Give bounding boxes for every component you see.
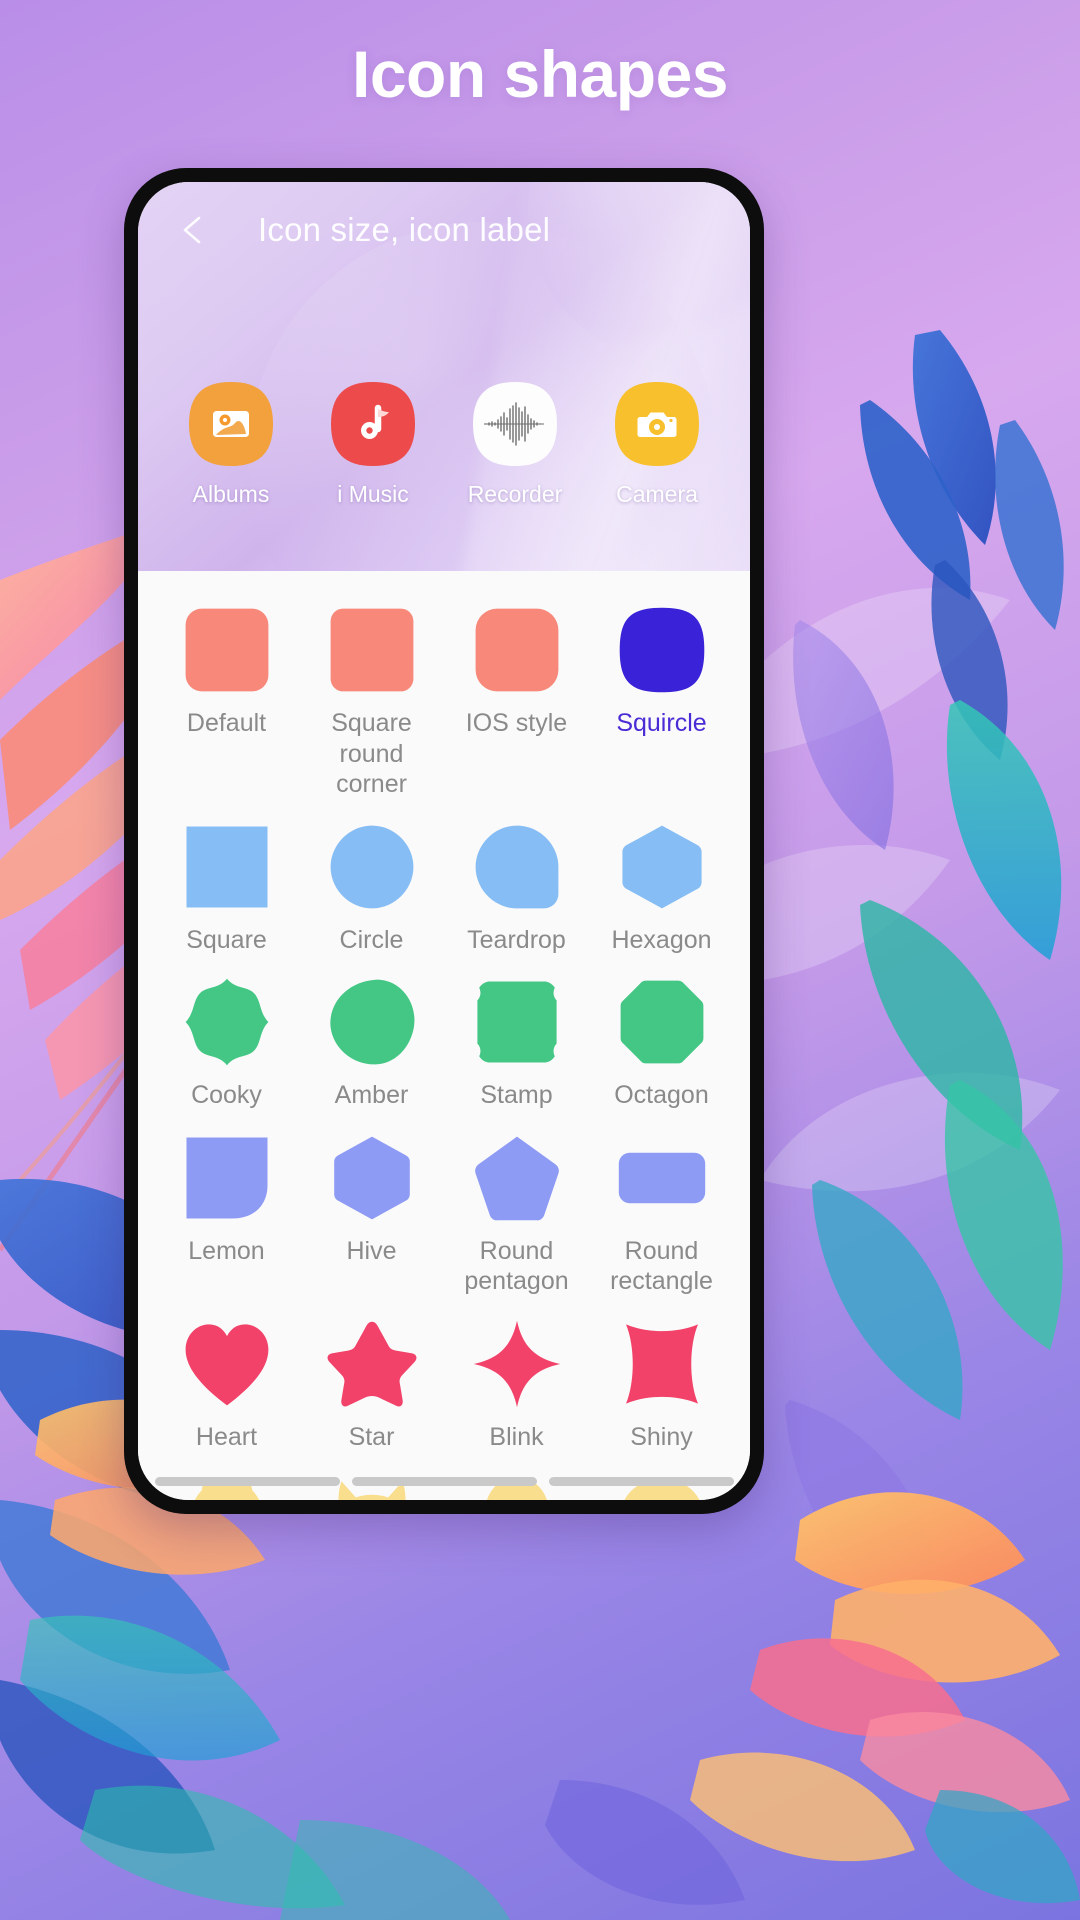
heart-shape-icon [182, 1319, 272, 1409]
icon-shapes-grid: Default Square round corner IOS style Squir… [154, 593, 734, 1500]
shape-option-label: Heart [195, 1422, 258, 1451]
app-item-imusic[interactable]: i Music [302, 382, 444, 508]
shape-option-label: Hexagon [611, 925, 712, 954]
app-item-recorder[interactable]: Recorder [444, 382, 586, 508]
shape-option-blink[interactable]: Blink [444, 1307, 589, 1453]
camera-icon [615, 382, 699, 466]
shape-option-cooky[interactable]: Cooky [154, 965, 299, 1111]
round-rectangle-shape-icon [617, 1133, 707, 1223]
icon-shapes-sheet: Default Square round corner IOS style Squir… [138, 571, 750, 1500]
shape-option-round-pentagon[interactable]: Round pentagon [444, 1121, 589, 1297]
shape-option-label: Teardrop [467, 925, 566, 954]
app-label: Albums [192, 481, 270, 507]
octagon-shape-icon [617, 977, 707, 1067]
squircle-shape-icon [617, 605, 707, 695]
shape-option-label: Round pentagon [464, 1236, 569, 1296]
home-screen-app-row: Albums i Music Recorder Camera [138, 382, 750, 508]
music-note-glyph [347, 398, 399, 450]
blink-shape-icon [472, 1319, 562, 1409]
app-label: Recorder [467, 481, 563, 507]
phone-screen: Icon size, icon label Albums i Music Rec… [138, 182, 750, 1500]
shape-option-hexagon[interactable]: Hexagon [589, 810, 734, 956]
shape-option-label: Squircle [616, 709, 707, 737]
shape-option-squircle[interactable]: Squircle [589, 593, 734, 800]
shape-option-square[interactable]: Square [154, 810, 299, 956]
waveform-glyph [482, 398, 548, 450]
shape-option-label: Shiny [630, 1422, 693, 1451]
shape-option-label: IOS style [465, 709, 568, 737]
camera-glyph [631, 398, 683, 450]
shape-option-ios-style[interactable]: IOS style [444, 593, 589, 800]
shape-option-label: Hive [346, 1236, 397, 1265]
teardrop-shape-icon [472, 822, 562, 912]
hive-shape-icon [327, 1133, 417, 1223]
hexagon-shape-icon [617, 822, 707, 912]
gesture-bar[interactable] [154, 1477, 340, 1486]
arrow-left-icon [183, 216, 201, 244]
shape-option-label: Default [186, 709, 267, 737]
wallpaper-preview: Icon size, icon label Albums i Music Rec… [138, 182, 750, 571]
shape-option-label: Round rectangle [610, 1236, 713, 1296]
star-shape-icon [327, 1319, 417, 1409]
shape-option-shiny[interactable]: Shiny [589, 1307, 734, 1453]
ios-style-shape-icon [472, 605, 562, 695]
shape-option-label: Star [348, 1422, 395, 1451]
shape-option-stamp[interactable]: Stamp [444, 965, 589, 1111]
shape-option-star[interactable]: Star [299, 1307, 444, 1453]
page-title: Icon shapes [352, 37, 728, 111]
shape-option-default[interactable]: Default [154, 593, 299, 800]
shape-option-heart[interactable]: Heart [154, 1307, 299, 1453]
shape-option-label: Square round corner [331, 709, 412, 798]
round-pentagon-shape-icon [472, 1133, 562, 1223]
app-item-albums[interactable]: Albums [160, 382, 302, 508]
albums-icon [189, 382, 273, 466]
shape-option-hive[interactable]: Hive [299, 1121, 444, 1297]
shape-option-circle[interactable]: Circle [299, 810, 444, 956]
shape-option-label: Cooky [191, 1081, 262, 1109]
circle-shape-icon [327, 822, 417, 912]
shape-option-label: Lemon [188, 1236, 265, 1265]
recorder-icon [473, 382, 557, 466]
shape-option-lemon[interactable]: Lemon [154, 1121, 299, 1297]
shape-option-round-rectangle[interactable]: Round rectangle [589, 1121, 734, 1297]
back-button[interactable] [168, 204, 220, 256]
shape-option-teardrop[interactable]: Teardrop [444, 810, 589, 956]
amber-shape-icon [327, 977, 417, 1067]
shape-option-amber[interactable]: Amber [299, 965, 444, 1111]
shape-option-label: Stamp [480, 1081, 553, 1109]
albums-glyph [205, 398, 257, 450]
lemon-shape-icon [182, 1133, 272, 1223]
music-icon [331, 382, 415, 466]
cooky-shape-icon [182, 977, 272, 1067]
phone-mockup: Icon size, icon label Albums i Music Rec… [124, 168, 764, 1514]
app-bar: Icon size, icon label [138, 182, 750, 278]
app-bar-title: Icon size, icon label [258, 211, 551, 248]
shape-option-label: Octagon [614, 1081, 709, 1109]
app-label: Camera [616, 481, 698, 507]
shape-option-label: Amber [334, 1081, 409, 1109]
gesture-bar[interactable] [548, 1477, 734, 1486]
shape-option-label: Circle [339, 925, 404, 954]
shape-option-square-round-corner[interactable]: Square round corner [299, 593, 444, 800]
shape-option-octagon[interactable]: Octagon [589, 965, 734, 1111]
gesture-bar[interactable] [351, 1477, 537, 1486]
shape-option-label: Square [186, 925, 267, 954]
square-round-corner-shape-icon [327, 605, 417, 695]
square-shape-icon [182, 822, 272, 912]
default-shape-icon [182, 605, 272, 695]
stamp-shape-icon [472, 977, 562, 1067]
gesture-bars [138, 1477, 750, 1486]
shiny-shape-icon [617, 1319, 707, 1409]
app-item-camera[interactable]: Camera [586, 382, 728, 508]
shape-option-label: Blink [489, 1422, 544, 1451]
app-label: i Music [337, 481, 409, 507]
